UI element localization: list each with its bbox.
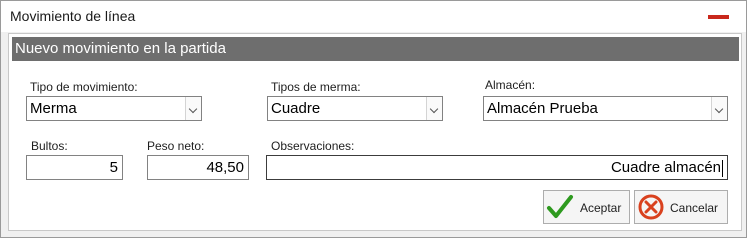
observaciones-value: Cuadre almacén	[610, 159, 721, 176]
window-title: Movimiento de línea	[10, 8, 136, 24]
dialog-window: Movimiento de línea Nuevo movimiento en …	[0, 0, 747, 238]
cancel-icon	[637, 193, 665, 221]
text-caret	[722, 159, 723, 177]
observaciones-input[interactable]: Cuadre almacén	[266, 155, 728, 180]
checkmark-icon	[546, 193, 574, 221]
bultos-input[interactable]: 5	[26, 155, 123, 180]
section-header: Nuevo movimiento en la partida	[12, 37, 739, 61]
almacen-value: Almacén Prueba	[487, 100, 598, 117]
observaciones-label: Observaciones:	[271, 139, 355, 153]
peso-neto-label: Peso neto:	[147, 139, 205, 153]
tipo-movimiento-value: Merma	[30, 100, 77, 117]
bultos-label: Bultos:	[31, 139, 68, 153]
peso-neto-input[interactable]: 48,50	[147, 155, 249, 180]
tipos-merma-value: Cuadre	[271, 100, 321, 117]
title-bar[interactable]: Movimiento de línea	[1, 1, 746, 32]
tipos-merma-select[interactable]: Cuadre	[267, 96, 443, 121]
almacen-label: Almacén:	[485, 78, 536, 92]
cancel-label: Cancelar	[670, 201, 719, 215]
tipos-merma-label: Tipos de merma:	[271, 80, 361, 94]
peso-neto-value: 48,50	[206, 159, 244, 176]
tipo-movimiento-select[interactable]: Merma	[26, 96, 202, 121]
chevron-down-icon[interactable]	[426, 97, 442, 120]
cancel-button[interactable]: Cancelar	[634, 190, 728, 224]
accept-label: Aceptar	[580, 201, 622, 215]
tipo-movimiento-label: Tipo de movimiento:	[30, 80, 138, 94]
close-button[interactable]	[707, 10, 729, 24]
chevron-down-icon[interactable]	[185, 97, 201, 120]
dialog-content: Nuevo movimiento en la partida Tipo de m…	[8, 33, 742, 231]
almacen-select[interactable]: Almacén Prueba	[483, 96, 728, 121]
accept-button[interactable]: Aceptar	[543, 190, 630, 224]
bultos-value: 5	[109, 159, 118, 176]
chevron-down-icon[interactable]	[711, 97, 727, 120]
